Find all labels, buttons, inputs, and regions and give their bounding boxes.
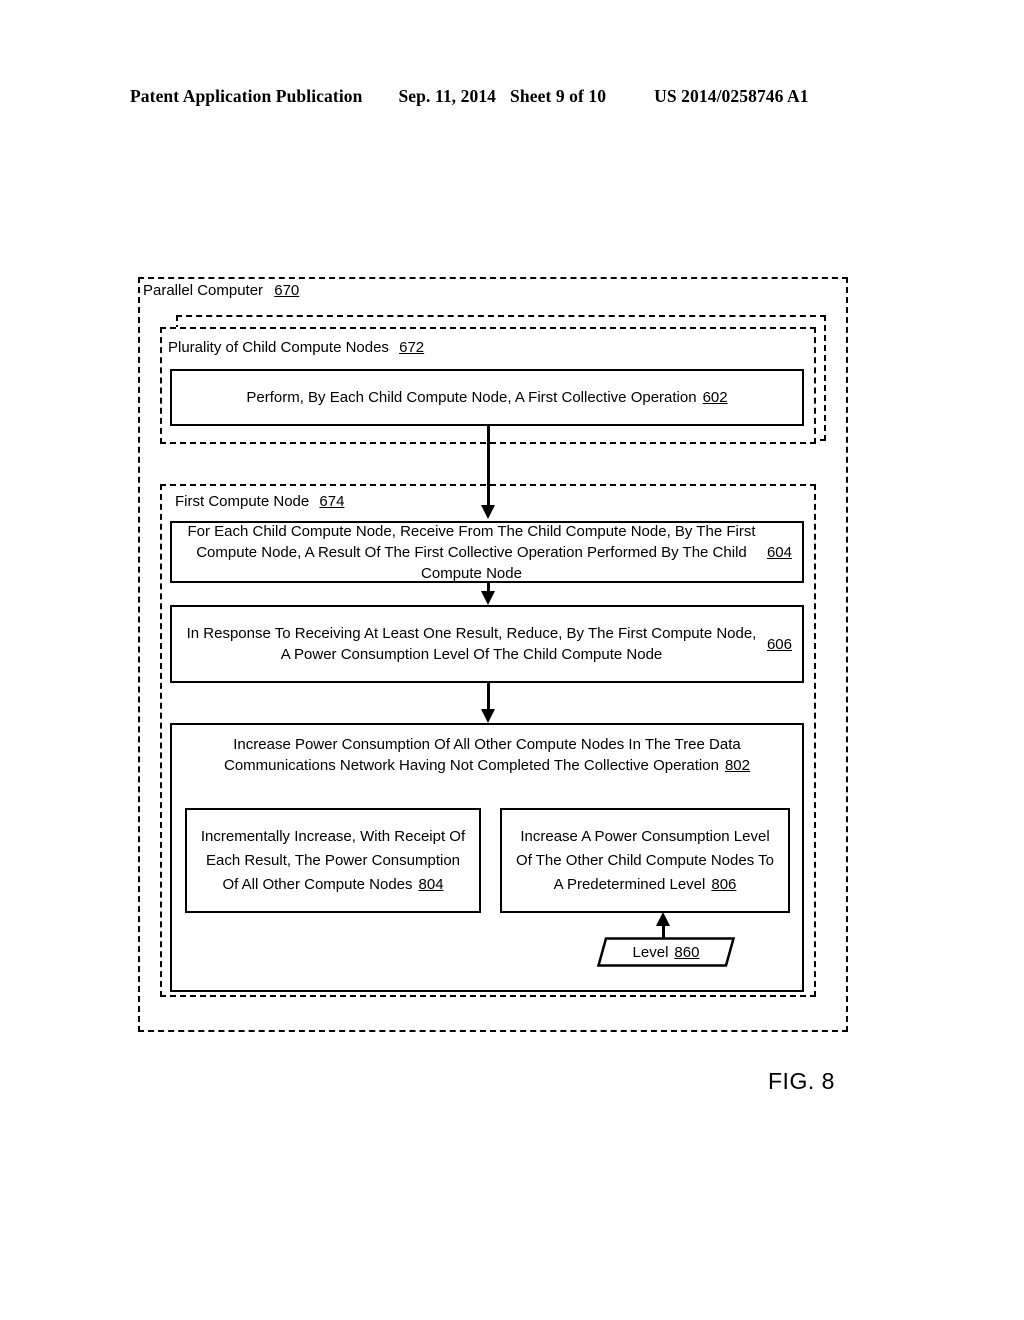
- data-level-860-text: Level: [632, 943, 669, 961]
- step-602: Perform, By Each Child Compute Node, A F…: [170, 369, 804, 426]
- container-child-compute-nodes-ref: 672: [399, 339, 425, 356]
- step-806-ref: 806: [711, 875, 737, 893]
- step-606-ref: 606: [766, 635, 792, 653]
- connector-604-606-arrowhead: [480, 591, 495, 605]
- container-parallel-computer-ref: 670: [274, 282, 300, 299]
- step-606: In Response To Receiving At Least One Re…: [170, 605, 804, 683]
- step-604: For Each Child Compute Node, Receive Fro…: [170, 521, 804, 583]
- step-802-text-wrap: Increase Power Consumption Of All Other …: [176, 728, 798, 784]
- step-804-ref: 804: [418, 875, 444, 893]
- step-802-ref: 802: [724, 757, 750, 774]
- container-parallel-computer-label-text: Parallel Computer: [143, 282, 264, 299]
- connector-606-802-arrowhead: [480, 709, 495, 723]
- connector-860-806-arrowhead: [656, 912, 670, 926]
- container-child-compute-nodes-label-text: Plurality of Child Compute Nodes: [168, 339, 389, 356]
- container-first-compute-node-label-text: First Compute Node: [175, 493, 310, 510]
- container-first-compute-node-label: First Compute Node 674: [175, 493, 344, 511]
- data-level-860: Level 860: [596, 936, 736, 968]
- connector-606-802-line: [487, 683, 490, 711]
- step-602-ref: 602: [702, 389, 728, 406]
- data-level-860-label: Level 860: [596, 936, 736, 968]
- container-parallel-computer-label: Parallel Computer 670: [143, 282, 299, 300]
- sheet-number: Sheet 9 of 10: [510, 86, 607, 106]
- step-806: Increase A Power Consumption Level Of Th…: [500, 808, 790, 913]
- container-child-compute-nodes-label: Plurality of Child Compute Nodes 672: [168, 339, 424, 357]
- patent-number: US 2014/0258746 A1: [654, 86, 809, 106]
- page-header: Patent Application Publication Sep. 11, …: [130, 86, 894, 112]
- step-804: Incrementally Increase, With Receipt Of …: [185, 808, 481, 913]
- step-606-text: In Response To Receiving At Least One Re…: [186, 625, 757, 663]
- publication-title: Patent Application Publication: [130, 86, 363, 106]
- step-604-text: For Each Child Compute Node, Receive Fro…: [187, 522, 756, 582]
- data-level-860-ref: 860: [674, 943, 700, 961]
- step-802-text: Increase Power Consumption Of All Other …: [224, 736, 741, 774]
- step-604-ref: 604: [766, 543, 792, 561]
- publication-date: Sep. 11, 2014: [398, 86, 497, 106]
- container-first-compute-node-ref: 674: [319, 493, 345, 510]
- step-602-text: Perform, By Each Child Compute Node, A F…: [246, 389, 697, 406]
- figure-label: FIG. 8: [768, 1068, 835, 1094]
